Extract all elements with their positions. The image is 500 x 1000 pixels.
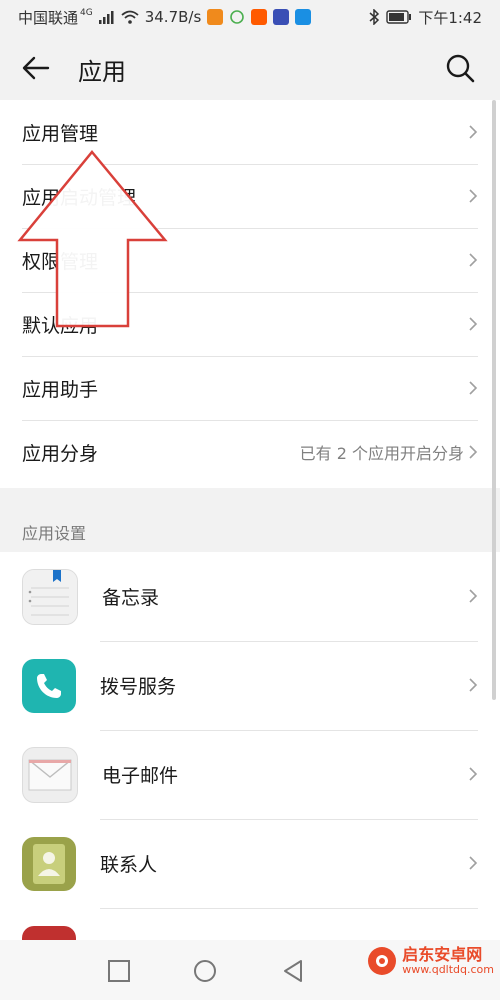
chevron-right-icon [469, 767, 478, 781]
row-app-assistant[interactable]: 应用助手 [0, 356, 500, 420]
network-type: 4G [80, 8, 93, 18]
chevron-right-icon [469, 125, 478, 139]
search-icon [446, 54, 475, 83]
page-title: 应用 [78, 58, 126, 86]
circle-icon [194, 960, 216, 982]
watermark: 启东安卓网 www.qdltdq.com [368, 946, 494, 976]
row-value: 已有 2 个应用开启分身 [299, 444, 464, 463]
row-label: 应用启动管理 [22, 186, 137, 209]
taobao-notification-icon [251, 9, 268, 25]
clock: 下午1:42 [418, 8, 482, 27]
watermark-title: 启东安卓网 [402, 945, 483, 964]
status-bar: 中国联通 4G 34.7B/s 下午1:42 [0, 0, 500, 34]
chevron-right-icon [469, 381, 478, 395]
chat-notification-icon [229, 9, 245, 25]
app-name: 电子邮件 [102, 765, 179, 787]
row-default-apps[interactable]: 默认应用 [0, 292, 500, 356]
row-app-twin[interactable]: 应用分身 已有 2 个应用开启分身 [0, 420, 500, 484]
square-icon [108, 960, 130, 982]
row-app-startup-management[interactable]: 应用启动管理 [0, 164, 500, 228]
app-management-list: 应用管理 应用启动管理 权限管理 默认应用 应用助手 应用分身 已有 2 个应用… [0, 100, 500, 488]
scrollbar[interactable] [492, 100, 496, 700]
status-left: 中国联通 4G 34.7B/s [18, 7, 312, 28]
row-label: 应用管理 [22, 122, 99, 145]
notepad-icon [22, 568, 78, 625]
network-speed: 34.7B/s [144, 8, 202, 26]
screen: 中国联通 4G 34.7B/s 下午1:42 应用 应用管理 应用启动管理 权限… [0, 0, 500, 1000]
wifi-icon [121, 10, 139, 24]
home-button[interactable] [192, 958, 218, 984]
row-label: 应用助手 [22, 378, 99, 401]
bluetooth-icon [368, 9, 380, 25]
app-header: 应用 [0, 34, 500, 100]
row-label: 默认应用 [22, 314, 99, 337]
search-button[interactable] [442, 50, 478, 86]
signal-icon [98, 10, 115, 24]
status-right: 下午1:42 [368, 7, 482, 28]
section-header-app-settings: 应用设置 [22, 524, 87, 543]
triangle-left-icon [284, 960, 302, 982]
envelope-icon [22, 746, 78, 803]
contact-icon [22, 836, 76, 891]
chevron-right-icon [469, 445, 478, 459]
app-row-contacts[interactable]: 联系人 [0, 819, 500, 908]
app-name: 联系人 [100, 854, 158, 876]
row-label: 应用分身 [22, 442, 99, 465]
row-app-management[interactable]: 应用管理 [0, 100, 500, 164]
row-permission-management[interactable]: 权限管理 [0, 228, 500, 292]
chevron-right-icon [469, 189, 478, 203]
battery-icon [386, 10, 412, 24]
app-name: 备忘录 [102, 587, 160, 609]
app-settings-list: 备忘录 拨号服务 电子邮件 联系人 [0, 552, 500, 1000]
chevron-right-icon [469, 856, 478, 870]
back-button[interactable] [18, 50, 54, 86]
app-row-notepad[interactable]: 备忘录 [0, 552, 500, 641]
watermark-text: 启东安卓网 www.qdltdq.com [402, 946, 494, 976]
back-nav-button[interactable] [280, 958, 306, 984]
watermark-url: www.qdltdq.com [402, 962, 494, 976]
row-label: 权限管理 [22, 250, 99, 273]
chevron-right-icon [469, 678, 478, 692]
app-row-email[interactable]: 电子邮件 [0, 730, 500, 819]
watermark-logo-icon [368, 946, 397, 975]
app-row-dialer[interactable]: 拨号服务 [0, 641, 500, 730]
arrow-left-icon [22, 56, 50, 80]
chevron-right-icon [469, 317, 478, 331]
app-name: 拨号服务 [100, 676, 177, 698]
news-notification-icon [273, 9, 290, 25]
app-notification-icon [207, 9, 224, 25]
carrier-label: 中国联通 [18, 8, 79, 27]
phone-icon [22, 658, 76, 713]
alipay-notification-icon [295, 9, 312, 25]
chevron-right-icon [469, 589, 478, 603]
recents-button[interactable] [106, 958, 132, 984]
chevron-right-icon [469, 253, 478, 267]
